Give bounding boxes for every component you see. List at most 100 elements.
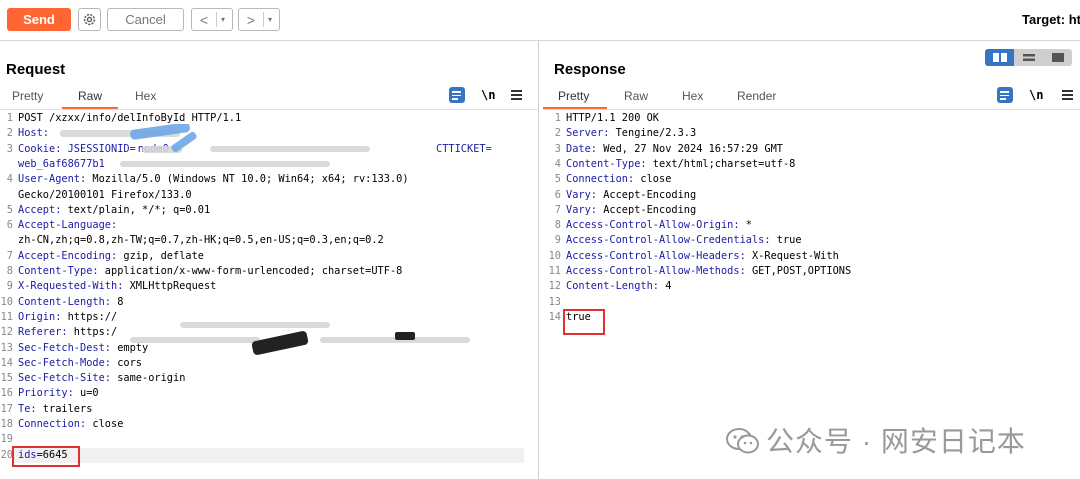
format-icon[interactable] <box>997 87 1013 103</box>
header-key: Content-Length: <box>566 280 659 293</box>
divider <box>543 109 1080 110</box>
newline-toggle-icon[interactable]: \n <box>481 88 495 102</box>
header-value: * <box>739 219 752 232</box>
line-number: 4 <box>554 157 561 170</box>
line-number: 2 <box>554 127 561 140</box>
line-number: 4 <box>6 173 13 186</box>
cancel-button[interactable]: Cancel <box>107 8 184 31</box>
line-number: 9 <box>554 234 561 247</box>
line-number: 12 <box>548 280 561 293</box>
menu-icon[interactable] <box>511 90 522 102</box>
code-line: 14 true <box>548 310 1080 325</box>
code-line: 12 Content-Length: 4 <box>548 279 1080 294</box>
header-value: Wed, 27 Nov 2024 16:57:29 GMT <box>597 142 783 155</box>
code-line: 9 Access-Control-Allow-Credentials: true <box>548 233 1080 248</box>
line-number: 13 <box>0 341 13 354</box>
code-line: 8 Access-Control-Allow-Origin: * <box>548 218 1080 233</box>
header-key: Te: <box>18 402 37 415</box>
code-line: 4 Content-Type: text/html;charset=utf-8 <box>548 157 1080 172</box>
header-key: Access-Control-Allow-Origin: <box>566 219 740 232</box>
code-line: 10 Access-Control-Allow-Headers: X-Reques… <box>548 249 1080 264</box>
header-value: close <box>634 173 672 186</box>
ids-param-highlight <box>12 446 80 467</box>
line-number: 11 <box>0 310 13 323</box>
line-number: 10 <box>0 295 13 308</box>
newline-toggle-icon[interactable]: \n <box>1029 88 1043 102</box>
code-line: 6 Vary: Accept-Encoding <box>548 188 1080 203</box>
forward-nav-group: > ▾ <box>238 8 280 31</box>
tab-raw[interactable]: Raw <box>78 89 102 103</box>
header-key: Content-Type: <box>566 157 647 170</box>
header-value: true <box>770 234 802 247</box>
menu-icon[interactable] <box>1062 90 1073 102</box>
header-key: Connection: <box>18 418 87 430</box>
header-value: GET,POST,OPTIONS <box>745 265 852 277</box>
line-number: 9 <box>6 280 13 293</box>
tab-raw[interactable]: Raw <box>624 89 648 103</box>
wechat-icon <box>726 428 759 454</box>
header-key: Access-Control-Allow-Headers: <box>566 249 746 262</box>
send-button[interactable]: Send <box>7 8 71 31</box>
code-line: 2 Server: Tengine/2.3.3 <box>548 126 1080 141</box>
code-line: 13 <box>548 295 1080 310</box>
request-title: Request <box>6 61 66 78</box>
header-value: Accept-Encoding <box>597 188 697 201</box>
header-value: HTTP/1.1 200 OK <box>566 112 659 124</box>
header-key: Server: <box>566 127 610 140</box>
code-line: 7 Vary: Accept-Encoding <box>548 203 1080 218</box>
tab-pretty[interactable]: Pretty <box>558 89 589 103</box>
line-number: 3 <box>6 142 13 155</box>
tab-hex[interactable]: Hex <box>682 89 703 103</box>
response-body-highlight <box>563 309 605 335</box>
line-number: 7 <box>554 203 561 216</box>
header-value: text/html;charset=utf-8 <box>646 157 796 170</box>
header-key: Origin: <box>18 310 62 323</box>
line-number: 2 <box>6 127 13 140</box>
header-key: Accept: <box>18 203 62 216</box>
tab-render[interactable]: Render <box>737 89 776 103</box>
toolbar: Send Cancel < ▾ > ▾ Target: ht <box>0 0 1080 41</box>
line-number: 8 <box>554 219 561 232</box>
watermark: 公众号 · 网安日记本 <box>726 420 1026 460</box>
back-history-dropdown[interactable]: ▾ <box>217 15 229 24</box>
forward-button[interactable]: > <box>239 12 263 28</box>
tab-pretty[interactable]: Pretty <box>12 89 43 103</box>
target-label[interactable]: Target: ht <box>1022 12 1080 27</box>
line-number: 13 <box>548 295 561 308</box>
header-value: 4 <box>659 280 672 293</box>
header-value: close <box>86 418 124 430</box>
line-number: 11 <box>548 265 561 277</box>
redaction-overlay <box>60 124 470 355</box>
header-value: X-Request-With <box>745 249 839 262</box>
back-nav-group: < ▾ <box>191 8 233 31</box>
line-number: 17 <box>0 402 13 415</box>
line-number: 3 <box>554 142 561 155</box>
line-number: 6 <box>6 219 13 232</box>
response-title: Response <box>554 61 626 78</box>
line-number: 7 <box>6 249 13 262</box>
back-button[interactable]: < <box>192 12 216 28</box>
header-key: Date: <box>566 142 597 155</box>
line-number: 14 <box>0 356 13 369</box>
gear-icon[interactable] <box>78 8 101 31</box>
request-panel: Request Pretty Raw Hex \n 1 POST /xzxx/in… <box>0 41 539 479</box>
header-key: Vary: <box>566 188 597 201</box>
header-value: Tengine/2.3.3 <box>609 127 697 140</box>
line-number: 10 <box>548 249 561 262</box>
line-number: 12 <box>0 326 13 339</box>
header-value: Accept-Encoding <box>597 203 697 216</box>
header-key: Connection: <box>566 173 635 186</box>
forward-history-dropdown[interactable]: ▾ <box>264 15 276 24</box>
line-number: 14 <box>548 310 561 323</box>
line-number: 15 <box>0 372 13 385</box>
tab-hex[interactable]: Hex <box>135 89 156 103</box>
code-line: 3 Date: Wed, 27 Nov 2024 16:57:29 GMT <box>548 142 1080 157</box>
line-number: 5 <box>6 203 13 216</box>
divider <box>0 109 538 110</box>
line-number: 8 <box>6 265 13 277</box>
header-key: Access-Control-Allow-Credentials: <box>566 234 771 247</box>
line-number: 1 <box>6 112 13 124</box>
format-icon[interactable] <box>449 87 465 103</box>
header-value: POST /xzxx/info/delInfoById HTTP/1.1 <box>18 112 242 124</box>
line-number: 16 <box>0 387 13 400</box>
